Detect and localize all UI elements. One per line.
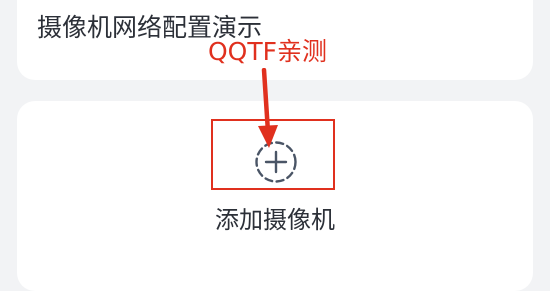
annotation-arrow-icon bbox=[258, 68, 278, 148]
annotation-label: QQTF亲测 bbox=[208, 37, 328, 66]
add-camera-label[interactable]: 添加摄像机 bbox=[0, 203, 550, 237]
